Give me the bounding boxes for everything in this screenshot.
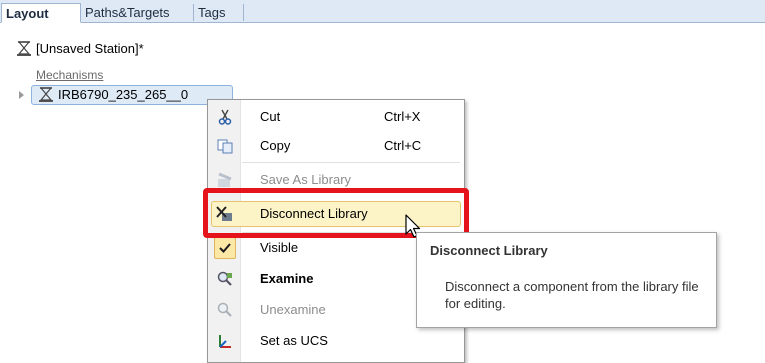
menu-item-label: Examine (260, 271, 314, 286)
tooltip-body: Disconnect a component from the library … (445, 279, 699, 311)
tree-group-mechanisms: Mechanisms (36, 68, 104, 82)
menu-item-label: Set as UCS (260, 333, 328, 348)
menu-item-label: Visible (260, 240, 299, 255)
station-icon (15, 40, 33, 58)
menu-item-label: Cut (260, 109, 281, 124)
expand-arrow-icon[interactable] (19, 91, 24, 99)
unexamine-icon (216, 301, 234, 319)
menu-item-shortcut: Ctrl+C (384, 138, 422, 153)
menu-item-label: Unexamine (260, 302, 326, 317)
menu-item-copy[interactable]: Copy Ctrl+C (208, 133, 464, 159)
red-highlight-annotation (203, 188, 469, 238)
menu-item-cut[interactable]: Cut Ctrl+X (208, 104, 464, 130)
menu-item-shortcut: Ctrl+X (384, 109, 421, 124)
tooltip-title: Disconnect Library (430, 243, 548, 258)
tree-node-label[interactable]: IRB6790_235_265__0 (58, 86, 188, 104)
scissors-icon (216, 108, 234, 126)
mechanism-icon (37, 86, 55, 104)
menu-item-set-as-ucs[interactable]: Set as UCS (208, 328, 464, 354)
ucs-icon (216, 332, 234, 350)
menu-item-label: Copy (260, 138, 291, 153)
copy-icon (216, 137, 234, 155)
tab-layout[interactable]: Layout (1, 3, 81, 23)
examine-icon (216, 270, 234, 288)
tab-bar: Layout Paths&Targets Tags (0, 0, 765, 23)
tab-paths-targets[interactable]: Paths&Targets (81, 4, 194, 21)
checkmark-icon (216, 239, 234, 257)
save-library-icon (216, 171, 234, 189)
menu-separator (242, 162, 460, 163)
tooltip: Disconnect Library Disconnect a componen… (416, 232, 717, 328)
tree-station[interactable]: [Unsaved Station]* (36, 40, 144, 58)
tab-tags[interactable]: Tags (194, 4, 244, 21)
